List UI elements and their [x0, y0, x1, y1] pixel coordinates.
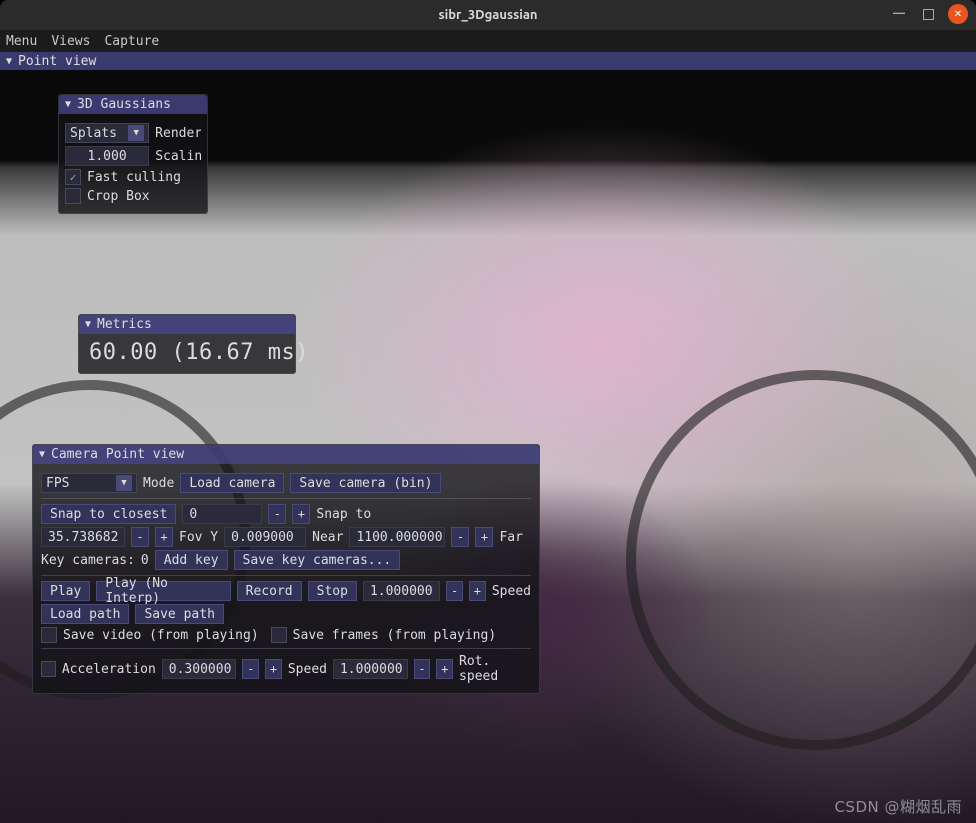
chevron-down-icon: ▼ [6, 56, 12, 67]
rot-speed-label: Rot. speed [459, 654, 531, 684]
speed2-input[interactable]: 1.000000 [333, 659, 408, 679]
save-video-checkbox[interactable] [41, 627, 57, 643]
panel-title: Camera Point view [51, 447, 184, 462]
crop-box-checkbox[interactable] [65, 188, 81, 204]
menu-item-menu[interactable]: Menu [6, 34, 37, 49]
window-title: sibr_3Dgaussian [438, 8, 537, 22]
fast-culling-label: Fast culling [87, 170, 181, 185]
panel-3d-gaussians: ▼ 3D Gaussians Splats ▼ Render 1.000 Sca… [58, 94, 208, 214]
crop-box-label: Crop Box [87, 189, 150, 204]
watermark-text: CSDN @糊烟乱雨 [834, 796, 962, 817]
render-mode-label: Render [155, 126, 201, 141]
snap-minus-button[interactable]: - [268, 504, 286, 524]
speed2-label: Speed [288, 662, 327, 677]
far-label: Far [499, 530, 522, 545]
acceleration-checkbox[interactable] [41, 661, 56, 677]
speed2-plus-button[interactable]: + [436, 659, 453, 679]
play-speed-input[interactable]: 1.000000 [363, 581, 440, 601]
play-speed-minus-button[interactable]: - [446, 581, 463, 601]
snap-to-closest-button[interactable]: Snap to closest [41, 504, 176, 524]
play-speed-label: Speed [492, 584, 531, 599]
panel-title: Metrics [97, 317, 152, 332]
menu-item-capture[interactable]: Capture [104, 34, 159, 49]
camera-mode-combo[interactable]: FPS ▼ [41, 473, 137, 493]
chevron-down-icon: ▼ [85, 319, 91, 330]
far-plus-button[interactable]: + [475, 527, 493, 547]
window-minimize-icon[interactable] [889, 4, 909, 24]
scaling-label: Scalin [155, 149, 201, 164]
camera-mode-label: Mode [143, 476, 174, 491]
render-mode-value: Splats [70, 126, 117, 141]
add-key-button[interactable]: Add key [155, 550, 228, 570]
play-speed-plus-button[interactable]: + [469, 581, 486, 601]
speed2-minus-button[interactable]: - [414, 659, 431, 679]
chevron-down-icon: ▼ [39, 449, 45, 460]
window-maximize-icon[interactable] [923, 9, 934, 20]
acceleration-minus-button[interactable]: - [242, 659, 259, 679]
render-mode-combo[interactable]: Splats ▼ [65, 123, 149, 143]
chevron-down-icon: ▼ [128, 125, 144, 141]
save-camera-button[interactable]: Save camera (bin) [290, 473, 441, 493]
save-video-label: Save video (from playing) [63, 628, 259, 643]
save-frames-checkbox[interactable] [271, 627, 287, 643]
panel-camera-point-view: ▼ Camera Point view FPS ▼ Mode Load came… [32, 444, 540, 694]
panel-metrics: ▼ Metrics 60.00 (16.67 ms) [78, 314, 296, 374]
save-frames-label: Save frames (from playing) [293, 628, 497, 643]
far-minus-button[interactable]: - [451, 527, 469, 547]
panel-header-3d-gaussians[interactable]: ▼ 3D Gaussians [59, 95, 207, 114]
near-input[interactable]: 0.009000 [224, 527, 306, 547]
render-viewport[interactable]: ▼ 3D Gaussians Splats ▼ Render 1.000 Sca… [0, 70, 976, 823]
fovy-minus-button[interactable]: - [131, 527, 149, 547]
pointview-title: Point view [18, 54, 96, 69]
metrics-readout: 60.00 (16.67 ms) [79, 334, 295, 373]
load-path-button[interactable]: Load path [41, 604, 129, 624]
chevron-down-icon: ▼ [65, 99, 71, 110]
fovy-plus-button[interactable]: + [155, 527, 173, 547]
panel-header-camera[interactable]: ▼ Camera Point view [33, 445, 539, 464]
panel-title: 3D Gaussians [77, 97, 171, 112]
acceleration-plus-button[interactable]: + [265, 659, 282, 679]
fps-value: 60.00 [89, 340, 158, 365]
acceleration-label: Acceleration [62, 662, 156, 677]
stop-button[interactable]: Stop [308, 581, 357, 601]
panel-header-metrics[interactable]: ▼ Metrics [79, 315, 295, 334]
play-button[interactable]: Play [41, 581, 90, 601]
load-camera-button[interactable]: Load camera [180, 473, 284, 493]
fast-culling-checkbox[interactable]: ✓ [65, 169, 81, 185]
frametime-value: (16.67 ms) [171, 340, 308, 365]
record-button[interactable]: Record [237, 581, 302, 601]
near-label: Near [312, 530, 343, 545]
snap-index-input[interactable]: 0 [182, 504, 262, 524]
scaling-input[interactable]: 1.000 [65, 146, 149, 166]
snap-to-label: Snap to [316, 507, 371, 522]
chevron-down-icon: ▼ [116, 475, 132, 491]
snap-plus-button[interactable]: + [292, 504, 310, 524]
menu-item-views[interactable]: Views [51, 34, 90, 49]
save-key-cameras-button[interactable]: Save key cameras... [234, 550, 401, 570]
far-input[interactable]: 1100.000000 [349, 527, 445, 547]
save-path-button[interactable]: Save path [135, 604, 223, 624]
acceleration-input[interactable]: 0.300000 [162, 659, 237, 679]
fovy-input[interactable]: 35.738682 [41, 527, 125, 547]
menubar: Menu Views Capture [0, 30, 976, 52]
window-titlebar: sibr_3Dgaussian [0, 0, 976, 30]
key-cameras-count: 0 [141, 553, 149, 568]
key-cameras-label: Key cameras: [41, 553, 135, 568]
fovy-label: Fov Y [179, 530, 218, 545]
window-close-icon[interactable] [948, 4, 968, 24]
pointview-header[interactable]: ▼ Point view [0, 52, 976, 70]
camera-mode-value: FPS [46, 476, 69, 491]
play-no-interp-button[interactable]: Play (No Interp) [96, 581, 230, 601]
